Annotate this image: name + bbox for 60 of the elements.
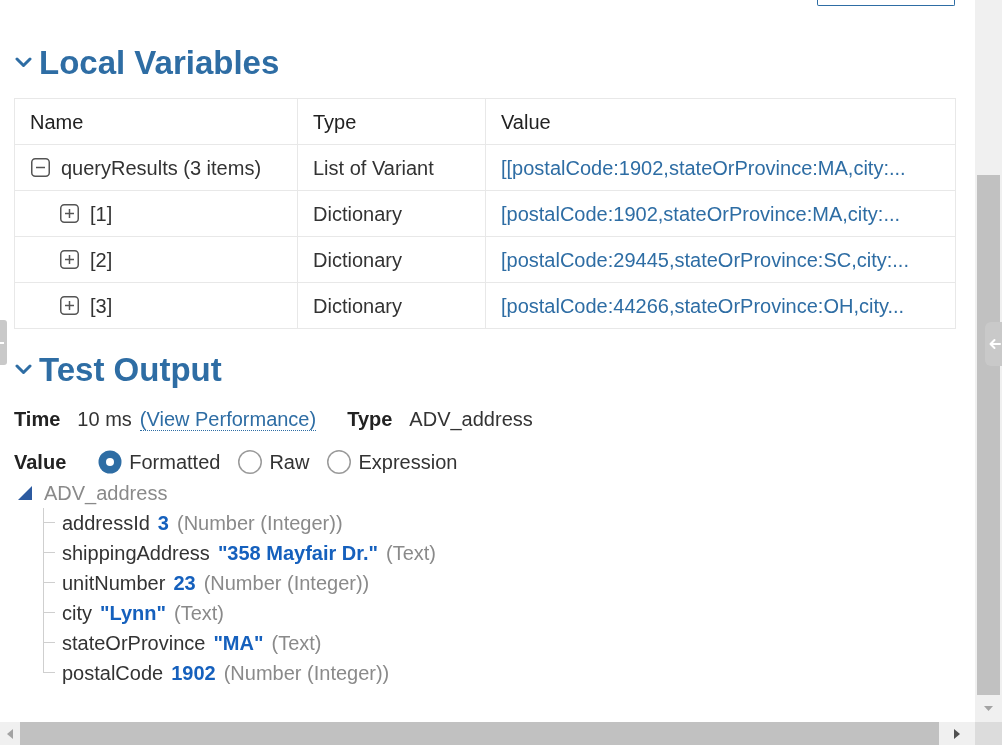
variable-name: [2]	[90, 247, 113, 273]
table-cell: Dictionary	[297, 236, 486, 283]
radio-icon[interactable]	[327, 450, 352, 474]
field-name: stateOrProvince	[62, 631, 206, 656]
section-heading[interactable]: Test Output	[39, 352, 222, 386]
plus-square-icon[interactable]	[60, 250, 79, 269]
field-type: (Number (Integer))	[203, 571, 370, 596]
field-value: "Lynn"	[100, 601, 166, 626]
field-type: (Number (Integer))	[223, 661, 390, 686]
variable-name: queryResults (3 items)	[61, 155, 262, 181]
variable-name: [1]	[90, 201, 113, 227]
side-panel-handle[interactable]	[0, 320, 7, 365]
expand-triangle-icon[interactable]	[18, 486, 32, 500]
tree-node-label[interactable]: ADV_address	[44, 478, 168, 508]
field-name: city	[62, 601, 92, 626]
dash-icon	[0, 341, 4, 344]
field-type: (Number (Integer))	[176, 511, 343, 536]
field-value: 3	[157, 511, 169, 536]
column-header[interactable]: Type	[297, 98, 486, 145]
field-name: shippingAddress	[62, 541, 210, 566]
field-label: Type	[347, 407, 393, 432]
radio-icon[interactable]	[98, 450, 123, 474]
plus-square-icon[interactable]	[60, 296, 79, 315]
variable-name: [3]	[90, 293, 113, 319]
radio-icon[interactable]	[238, 450, 263, 474]
table-cell: List of Variant	[297, 144, 486, 191]
side-panel-handle[interactable]	[985, 322, 1002, 366]
plus-square-icon[interactable]	[60, 204, 79, 223]
performance-link[interactable]: (View Performance)	[139, 407, 317, 431]
vertical-scrollbar[interactable]	[975, 0, 1002, 722]
field-value: "MA"	[213, 631, 264, 656]
column-header[interactable]: Name	[14, 98, 298, 145]
field-name: postalCode	[62, 661, 164, 686]
minus-square-icon[interactable]	[31, 158, 50, 177]
outlined-button[interactable]	[817, 0, 955, 6]
chevron-icon[interactable]	[15, 363, 32, 375]
left-arrow-icon	[989, 338, 1001, 350]
field-value: 10 ms	[77, 407, 132, 432]
field-value: 1902	[171, 661, 216, 686]
chevron-icon[interactable]	[15, 56, 32, 68]
field-type: (Text)	[386, 541, 437, 566]
field-label: Time	[14, 407, 61, 432]
field-value: ADV_address	[409, 407, 533, 433]
scrollbar-corner	[975, 722, 1002, 745]
radio-option[interactable]: Raw	[238, 447, 310, 477]
field-name: addressId	[62, 511, 150, 536]
section-heading[interactable]: Local Variables	[39, 45, 280, 79]
column-header[interactable]: Value	[485, 98, 956, 145]
table-cell: Dictionary	[297, 282, 486, 329]
field-name: unitNumber	[62, 571, 166, 596]
right-arrow-icon[interactable]	[954, 728, 960, 739]
table-cell: Dictionary	[297, 190, 486, 237]
field-label: Value	[14, 450, 67, 475]
scrollbar-thumb[interactable]	[977, 175, 1000, 695]
field-type: (Text)	[174, 601, 224, 626]
radio-option[interactable]: Expression	[327, 447, 458, 477]
field-value: "358 Mayfair Dr."	[217, 541, 379, 566]
field-type: (Text)	[271, 631, 322, 656]
radio-option[interactable]: Formatted	[98, 447, 221, 477]
field-value: 23	[173, 571, 196, 596]
